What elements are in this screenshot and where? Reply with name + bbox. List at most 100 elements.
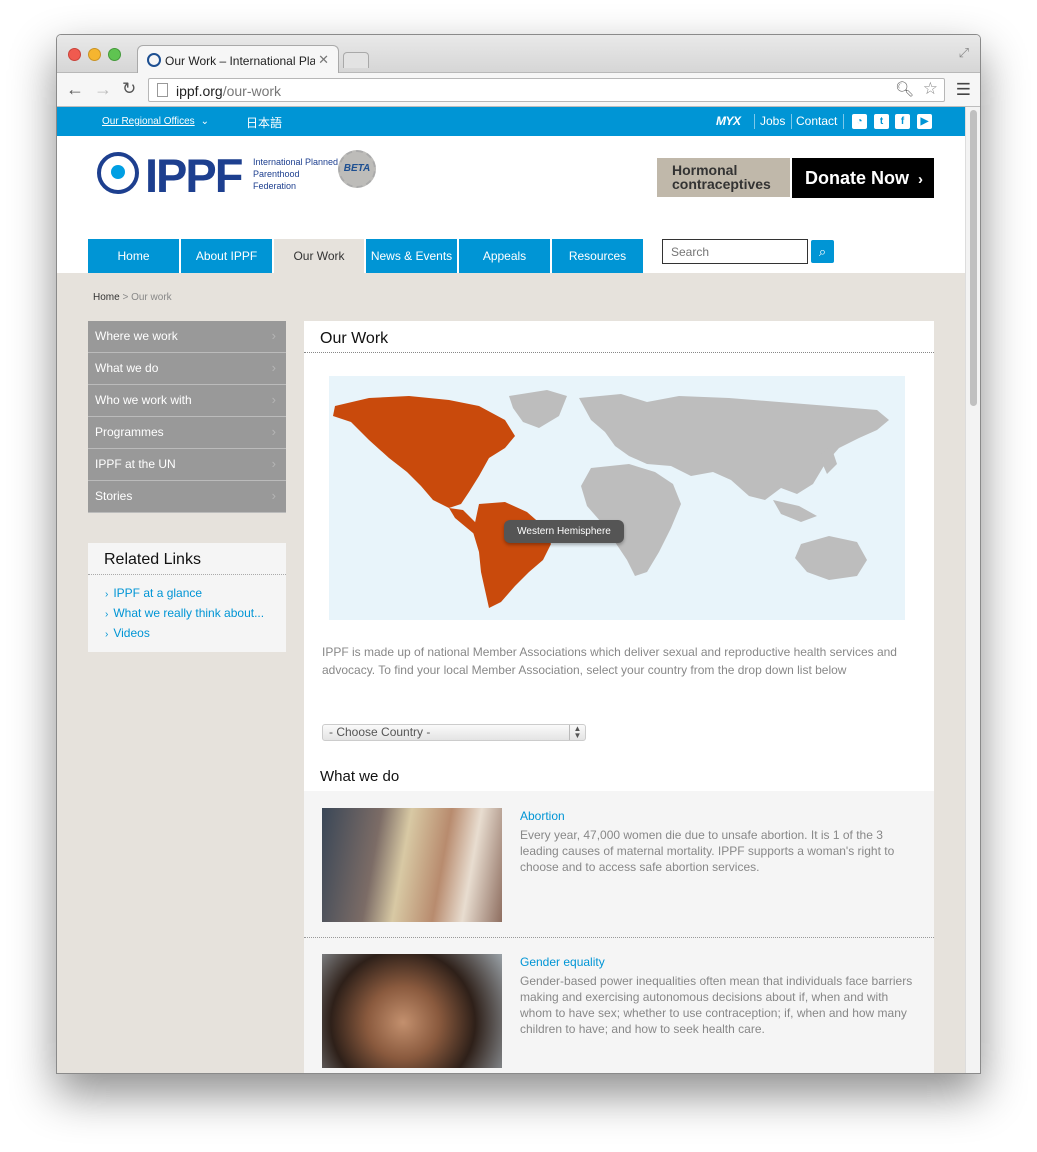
sidebar-item-stories[interactable]: Stories › (88, 481, 286, 513)
logo[interactable]: IPPF (145, 148, 243, 203)
related-link-glance[interactable]: › IPPF at a glance (105, 586, 202, 600)
rss-icon[interactable]: ◔ (852, 114, 867, 129)
country-select[interactable]: - Choose Country - ▲ ▼ (322, 724, 586, 741)
chevron-down-icon: ⌄ (200, 116, 210, 127)
browser-toolbar: ← → ↻ ippf.org/our-work 🔍︎ ☆ ☰ (57, 73, 980, 107)
what-we-do-title: What we do (320, 768, 400, 785)
maximize-window-button[interactable] (108, 48, 121, 61)
page-title: Our Work (320, 330, 389, 347)
youtube-icon[interactable]: ▶ (917, 114, 932, 129)
map-region-south-america (473, 502, 551, 608)
hormonal-contraceptives-banner[interactable]: Hormonal contraceptives (657, 158, 790, 197)
breadcrumb-separator: > (122, 292, 129, 303)
page: Our Regional Offices ⌄ 日本語 MYX Jobs Conta… (57, 107, 965, 1073)
tab-close-icon[interactable]: ✕ (318, 52, 329, 68)
zoom-icon[interactable]: 🔍︎ (895, 80, 914, 98)
divider (88, 574, 286, 575)
sidebar-item-where-we-work[interactable]: Where we work › (88, 321, 286, 353)
sidebar-item-programmes[interactable]: Programmes › (88, 417, 286, 449)
forward-button[interactable]: → (94, 79, 112, 100)
page-scrollbar[interactable] (965, 107, 980, 1073)
divider (791, 114, 792, 129)
logo-globe-icon[interactable] (97, 152, 139, 194)
chevron-right-icon: › (105, 609, 109, 620)
divider (304, 352, 934, 353)
regional-offices-link[interactable]: Our Regional Offices ⌄ (102, 116, 209, 127)
gender-equality-text: Gender-based power inequalities often me… (520, 974, 913, 1036)
divider (843, 114, 844, 129)
fullscreen-icon[interactable]: ⤢ (959, 45, 969, 61)
scrollbar-thumb[interactable] (970, 110, 977, 406)
nav-tab-about[interactable]: About IPPF (181, 239, 272, 273)
chevron-right-icon: › (271, 392, 276, 407)
search-icon: ⌕ (818, 244, 827, 259)
gender-equality-link[interactable]: Gender equality (520, 955, 605, 969)
related-links-box: Related Links › IPPF at a glance › What we… (88, 543, 286, 652)
breadcrumb-home[interactable]: Home (93, 292, 120, 303)
abortion-link[interactable]: Abortion (520, 809, 565, 823)
chevron-right-icon: › (271, 488, 276, 503)
nav-tab-home[interactable]: Home (88, 239, 179, 273)
map-region-australia (795, 536, 867, 580)
contact-link[interactable]: Contact (796, 114, 837, 128)
map-region-greenland (509, 390, 567, 428)
reload-button[interactable]: ↻ (122, 79, 136, 99)
page-viewport: Our Regional Offices ⌄ 日本語 MYX Jobs Conta… (57, 107, 980, 1073)
facebook-icon[interactable]: f (895, 114, 910, 129)
divider (754, 114, 755, 129)
abortion-text: Every year, 47,000 women die due to unsa… (520, 828, 895, 874)
twitter-icon[interactable]: t (874, 114, 889, 129)
back-button[interactable]: ← (66, 79, 84, 100)
myx-link[interactable]: MYX (716, 114, 741, 128)
breadcrumb-current: Our work (131, 292, 172, 303)
site-header: IPPF International Planned Parenthood Fe… (57, 136, 965, 273)
close-window-button[interactable] (68, 48, 81, 61)
sidebar-item-who-we-work-with[interactable]: Who we work with › (88, 385, 286, 417)
sidebar-item-what-we-do[interactable]: What we do › (88, 353, 286, 385)
page-icon (157, 83, 168, 97)
breadcrumb: Home > Our work (93, 292, 172, 303)
nav-tab-news-events[interactable]: News & Events (366, 239, 457, 273)
donate-button[interactable]: Donate Now › (792, 158, 934, 198)
what-we-do-list: Abortion Every year, 47,000 women die du… (304, 791, 934, 1073)
chevron-right-icon: › (271, 456, 276, 471)
divider (304, 937, 934, 938)
world-map-graphic (333, 390, 889, 608)
chevron-right-icon: › (271, 360, 276, 375)
chevron-right-icon: › (105, 589, 109, 600)
nav-tab-our-work[interactable]: Our Work (274, 239, 364, 273)
language-link[interactable]: 日本語 (246, 114, 282, 131)
browser-tab[interactable]: Our Work – International Planned Parenth… (137, 45, 339, 74)
jobs-link[interactable]: Jobs (760, 114, 785, 128)
world-map[interactable]: Western Hemisphere (329, 376, 905, 620)
gender-equality-image[interactable] (322, 954, 502, 1068)
related-link-videos[interactable]: › Videos (105, 626, 150, 640)
intro-text: IPPF is made up of national Member Assoc… (322, 645, 897, 677)
map-tooltip: Western Hemisphere (504, 520, 624, 543)
chevron-right-icon: › (105, 629, 109, 640)
browser-menu-icon[interactable]: ☰ (956, 80, 971, 100)
new-tab-button[interactable] (343, 52, 369, 68)
search-input[interactable] (662, 239, 808, 264)
sidebar-item-ippf-at-the-un[interactable]: IPPF at the UN › (88, 449, 286, 481)
abortion-image[interactable] (322, 808, 502, 922)
top-utility-bar: Our Regional Offices ⌄ 日本語 MYX Jobs Conta… (57, 107, 965, 136)
related-links-title: Related Links (104, 551, 201, 568)
map-region-north-america (333, 396, 515, 508)
bookmark-star-icon[interactable]: ☆ (923, 79, 938, 99)
sidebar-nav: Where we work › What we do › Who we work w… (88, 321, 286, 513)
nav-tab-resources[interactable]: Resources (552, 239, 643, 273)
search-button[interactable]: ⌕ (811, 240, 834, 263)
logo-subtitle: International Planned Parenthood Federat… (253, 157, 339, 191)
favicon-icon (147, 53, 161, 67)
chevron-right-icon: › (918, 171, 924, 188)
tab-title: Our Work – International Planned Parenth… (165, 54, 315, 68)
chevron-right-icon: › (271, 328, 276, 343)
related-link-what-we-think[interactable]: › What we really think about... (105, 606, 264, 620)
nav-tab-appeals[interactable]: Appeals (459, 239, 550, 273)
select-arrows-icon: ▲ ▼ (569, 725, 585, 740)
url-text: ippf.org/our-work (176, 83, 282, 99)
browser-window: Our Work – International Planned Parenth… (56, 34, 981, 1074)
address-bar[interactable]: ippf.org/our-work 🔍︎ ☆ (148, 78, 945, 102)
minimize-window-button[interactable] (88, 48, 101, 61)
